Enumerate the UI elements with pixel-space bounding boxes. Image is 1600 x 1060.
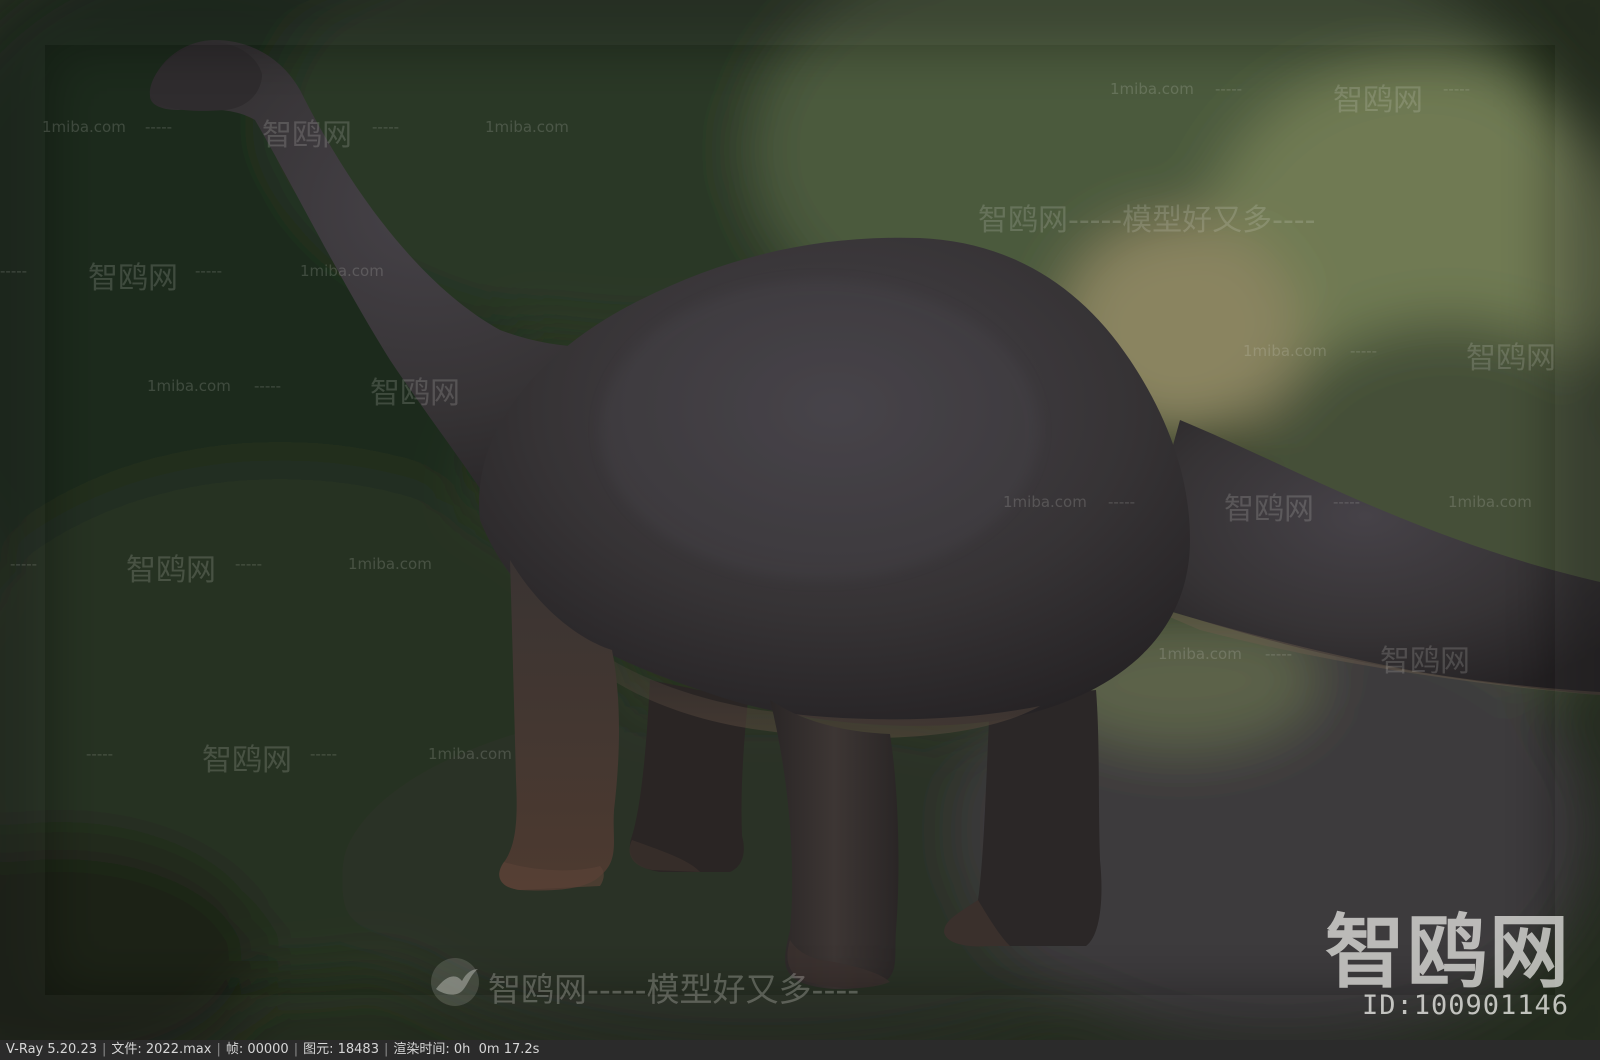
render-scene — [0, 0, 1600, 1040]
watermark-site: 1miba.com — [42, 118, 126, 136]
render-time: 渲染时间: 0h 0m 17.2s — [393, 1042, 540, 1057]
watermark-site: 1miba.com — [485, 118, 569, 136]
watermark-site: 1miba.com — [1448, 493, 1532, 511]
watermark-bottom-slogan: 智鸥网-----模型好又多---- — [488, 970, 860, 1009]
watermark-dashes: ----- — [86, 745, 114, 763]
gull-logo-icon — [431, 958, 479, 1006]
watermark-dashes: ----- — [372, 118, 400, 136]
watermark-brand: 智鸥网 — [370, 376, 460, 411]
watermark-brand: 智鸥网 — [88, 261, 178, 296]
model-id-label: ID:100901146 — [1362, 990, 1570, 1021]
watermark-brand: 智鸥网 — [126, 553, 216, 588]
watermark-dashes: ----- — [195, 262, 223, 280]
watermark-dashes: ----- — [1265, 645, 1293, 663]
watermark-dashes: ----- — [310, 745, 338, 763]
watermark-site: 1miba.com — [348, 555, 432, 573]
watermark-site: 1miba.com — [147, 377, 231, 395]
watermark-dashes: ----- — [1350, 342, 1378, 360]
watermark-dashes: ----- — [254, 377, 282, 395]
primitive-count: 图元: 18483 — [303, 1042, 379, 1057]
watermark-brand: 智鸥网 — [262, 118, 352, 153]
watermark-brand: 智鸥网 — [202, 743, 292, 778]
watermark-site: 1miba.com — [1243, 342, 1327, 360]
watermark-dashes: ----- — [235, 555, 263, 573]
watermark-site: 1miba.com — [1003, 493, 1087, 511]
watermark-dashes: ----- — [1215, 80, 1243, 98]
frame-number: 帧: 00000 — [225, 1042, 289, 1057]
watermark-dashes: ----- — [10, 555, 38, 573]
watermark-site: 1miba.com — [428, 745, 512, 763]
watermark-site: 1miba.com — [1158, 645, 1242, 663]
renderer-version: V-Ray 5.20.23 — [6, 1042, 97, 1057]
watermark-dashes: ----- — [1443, 80, 1471, 98]
far-rear-leg — [968, 690, 1102, 946]
watermark-dashes: ----- — [0, 262, 28, 280]
watermark-dashes: ----- — [145, 118, 173, 136]
watermark-brand: 智鸥网 — [1224, 492, 1314, 527]
watermark-brand: 智鸥网 — [1333, 83, 1423, 118]
watermark-site: 1miba.com — [1110, 80, 1194, 98]
file-name: 文件: 2022.max — [111, 1042, 212, 1057]
watermark-brand: 智鸥网 — [1466, 341, 1556, 376]
watermark-brand: 智鸥网 — [1380, 644, 1470, 679]
watermark-dashes: ----- — [1108, 493, 1136, 511]
watermark-site: 1miba.com — [300, 262, 384, 280]
watermark-slogan-line: 智鸥网-----模型好又多---- — [978, 203, 1316, 238]
brand-logo-text: 智鸥网 — [1325, 906, 1571, 999]
watermark-dashes: ----- — [1333, 493, 1361, 511]
render-status-bar: V-Ray 5.20.23 | 文件: 2022.max | 帧: 00000 | 图元: … — [0, 1040, 1600, 1060]
